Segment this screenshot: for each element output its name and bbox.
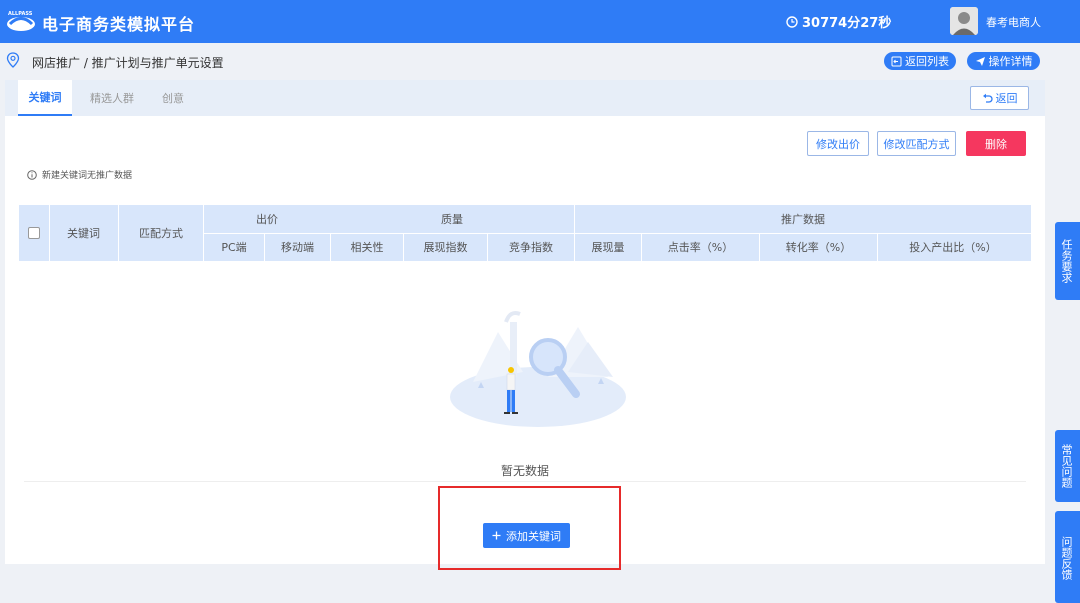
task-requirements-tab[interactable]: 任务要求 bbox=[1055, 222, 1080, 300]
modify-bid-button[interactable]: 修改出价 bbox=[807, 131, 869, 156]
user-avatar-icon bbox=[950, 7, 978, 35]
return-button[interactable]: 返回 bbox=[970, 86, 1029, 110]
info-icon bbox=[27, 169, 37, 180]
timer-value: 30774分27秒 bbox=[802, 16, 892, 31]
plus-icon bbox=[492, 531, 501, 540]
col-group-bid: 出价 bbox=[256, 213, 278, 226]
select-all-checkbox[interactable] bbox=[28, 227, 40, 239]
avatar[interactable] bbox=[950, 7, 978, 35]
col-group-quality: 质量 bbox=[441, 213, 463, 226]
add-keyword-label: 添加关键词 bbox=[506, 529, 561, 543]
col-pc: PC端 bbox=[221, 241, 247, 254]
empty-state-illustration bbox=[450, 311, 626, 427]
col-conversion-rate: 转化率（%） bbox=[785, 241, 852, 254]
allpass-logo: ALLPASS bbox=[7, 11, 35, 31]
col-impressions: 展现量 bbox=[591, 241, 625, 254]
feedback-label: 问题反馈 bbox=[1060, 536, 1073, 580]
clock-icon bbox=[786, 15, 798, 28]
modify-match-button[interactable]: 修改匹配方式 bbox=[877, 131, 956, 156]
tab-bar: 关键词 精选人群 创意 返回 bbox=[5, 80, 1045, 116]
operation-details-label: 操作详情 bbox=[988, 55, 1033, 68]
col-competition-index: 竞争指数 bbox=[509, 241, 553, 254]
operation-details-button[interactable]: 操作详情 bbox=[967, 52, 1040, 70]
add-keyword-button[interactable]: 添加关键词 bbox=[483, 523, 570, 548]
empty-state-text: 暂无数据 bbox=[500, 464, 549, 478]
delete-button[interactable]: 删除 bbox=[966, 131, 1026, 156]
top-bar: ALLPASS 电子商务类模拟平台 30774分27秒 春考电商人 bbox=[0, 0, 1080, 43]
notice-text: 新建关键词无推广数据 bbox=[42, 171, 133, 181]
return-label: 返回 bbox=[995, 92, 1018, 105]
tab-selected-audience[interactable]: 精选人群 bbox=[84, 80, 140, 116]
tab-keyword[interactable]: 关键词 bbox=[18, 80, 72, 116]
col-mobile: 移动端 bbox=[281, 241, 314, 254]
faq-tab[interactable]: 常见问题 bbox=[1055, 430, 1080, 502]
col-ctr: 点击率（%） bbox=[667, 241, 734, 254]
back-to-list-label: 返回列表 bbox=[905, 55, 949, 68]
svg-text:ALLPASS: ALLPASS bbox=[8, 11, 33, 17]
col-display-index: 展现指数 bbox=[423, 241, 468, 254]
divider bbox=[24, 481, 1026, 482]
col-match-type: 匹配方式 bbox=[139, 227, 183, 240]
back-to-list-button[interactable]: 返回列表 bbox=[884, 52, 956, 70]
username[interactable]: 春考电商人 bbox=[986, 14, 1041, 30]
tab-creative[interactable]: 创意 bbox=[153, 80, 193, 116]
col-relevance: 相关性 bbox=[350, 241, 384, 254]
main-card: 关键词 精选人群 创意 返回 修改出价 修改匹配方式 删除 新建关键词无推广数据… bbox=[5, 80, 1045, 570]
notice: 新建关键词无推广数据 bbox=[27, 168, 132, 181]
location-pin-icon bbox=[6, 52, 20, 68]
table-header: 关键词 匹配方式 出价 质量 推广数据 PC端 移动端 相关性 展现指数 竞争指… bbox=[19, 205, 1031, 261]
countdown-timer: 30774分27秒 bbox=[786, 12, 891, 31]
send-icon bbox=[975, 56, 985, 66]
exit-icon bbox=[891, 56, 902, 66]
undo-icon bbox=[982, 93, 993, 103]
col-roi: 投入产出比（%） bbox=[909, 241, 997, 254]
col-group-promo: 推广数据 bbox=[781, 213, 825, 226]
feedback-tab[interactable]: 问题反馈 bbox=[1055, 511, 1080, 603]
breadcrumb: 网店推广 / 推广计划与推广单元设置 bbox=[32, 56, 224, 70]
app-title: 电子商务类模拟平台 bbox=[42, 15, 196, 34]
col-keyword: 关键词 bbox=[67, 227, 100, 240]
